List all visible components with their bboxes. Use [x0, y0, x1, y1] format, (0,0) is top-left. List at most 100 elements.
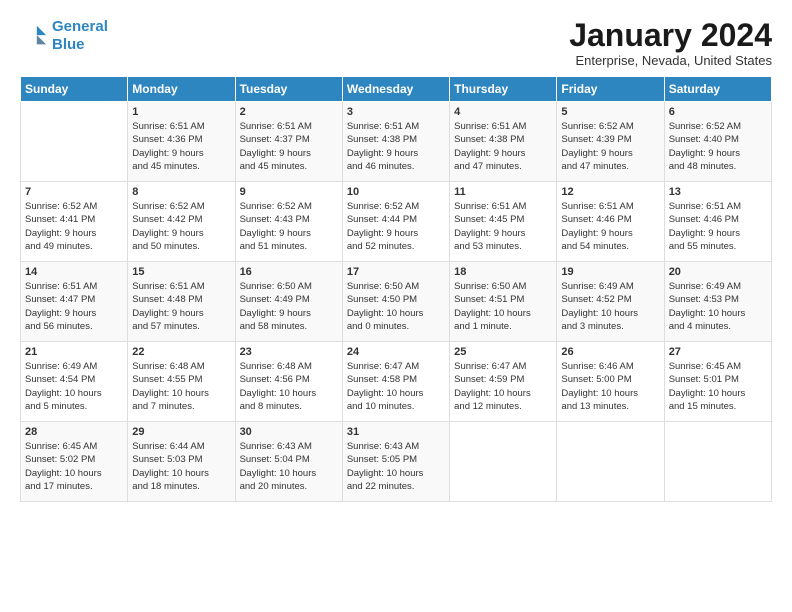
day-info: Sunrise: 6:52 AM Sunset: 4:42 PM Dayligh…	[132, 200, 230, 253]
week-row-5: 28Sunrise: 6:45 AM Sunset: 5:02 PM Dayli…	[21, 422, 772, 502]
logo-line1: General	[52, 18, 108, 35]
cell-w3-d5: 18Sunrise: 6:50 AM Sunset: 4:51 PM Dayli…	[450, 262, 557, 342]
cell-w4-d4: 24 Sunrise: 6:47 AM Sunset: 4:58 PM Dayli…	[342, 342, 449, 422]
cell-w2-d5: 11 Sunrise: 6:51 AM Sunset: 4:45 PM Dayli…	[450, 182, 557, 262]
day-info: Sunrise: 6:45 AM Sunset: 5:01 PM Dayligh…	[669, 360, 767, 413]
day-info: Sunrise: 6:48 AM Sunset: 4:56 PM Dayligh…	[240, 360, 338, 413]
day-info: Sunrise: 6:51 AM Sunset: 4:45 PM Dayligh…	[454, 200, 552, 253]
day-info: Sunrise: 6:44 AM Sunset: 5:03 PM Dayligh…	[132, 440, 230, 493]
day-info: Sunrise: 6:51 AM Sunset: 4:38 PM Dayligh…	[454, 120, 552, 173]
cell-w2-d3: 9Sunrise: 6:52 AM Sunset: 4:43 PM Daylig…	[235, 182, 342, 262]
day-info: Sunrise: 6:47 AM Sunset: 4:59 PM Dayligh…	[454, 360, 552, 413]
cell-w2-d2: 8Sunrise: 6:52 AM Sunset: 4:42 PM Daylig…	[128, 182, 235, 262]
title-section: January 2024 Enterprise, Nevada, United …	[569, 18, 772, 68]
cell-w5-d1: 28Sunrise: 6:45 AM Sunset: 5:02 PM Dayli…	[21, 422, 128, 502]
week-row-1: 1Sunrise: 6:51 AM Sunset: 4:36 PM Daylig…	[21, 102, 772, 182]
day-number: 7	[25, 186, 123, 198]
cell-w5-d3: 30 Sunrise: 6:43 AM Sunset: 5:04 PM Dayli…	[235, 422, 342, 502]
day-info: Sunrise: 6:43 AM Sunset: 5:04 PM Dayligh…	[240, 440, 338, 493]
cell-w3-d1: 14Sunrise: 6:51 AM Sunset: 4:47 PM Dayli…	[21, 262, 128, 342]
day-number: 16	[240, 266, 338, 278]
day-number: 6	[669, 106, 767, 118]
cell-w5-d6	[557, 422, 664, 502]
cell-w5-d2: 29Sunrise: 6:44 AM Sunset: 5:03 PM Dayli…	[128, 422, 235, 502]
col-wednesday: Wednesday	[342, 77, 449, 102]
cell-w1-d1	[21, 102, 128, 182]
day-info: Sunrise: 6:46 AM Sunset: 5:00 PM Dayligh…	[561, 360, 659, 413]
day-number: 31	[347, 426, 445, 438]
cell-w3-d6: 19Sunrise: 6:49 AM Sunset: 4:52 PM Dayli…	[557, 262, 664, 342]
cell-w4-d1: 21Sunrise: 6:49 AM Sunset: 4:54 PM Dayli…	[21, 342, 128, 422]
cell-w5-d4: 31 Sunrise: 6:43 AM Sunset: 5:05 PM Dayli…	[342, 422, 449, 502]
day-number: 11	[454, 186, 552, 198]
day-info: Sunrise: 6:43 AM Sunset: 5:05 PM Dayligh…	[347, 440, 445, 493]
day-number: 21	[25, 346, 123, 358]
day-number: 18	[454, 266, 552, 278]
cell-w5-d7	[664, 422, 771, 502]
day-info: Sunrise: 6:50 AM Sunset: 4:50 PM Dayligh…	[347, 280, 445, 333]
day-number: 24	[347, 346, 445, 358]
cell-w1-d5: 4 Sunrise: 6:51 AM Sunset: 4:38 PM Daylig…	[450, 102, 557, 182]
cell-w3-d4: 17 Sunrise: 6:50 AM Sunset: 4:50 PM Dayli…	[342, 262, 449, 342]
cell-w1-d3: 2 Sunrise: 6:51 AM Sunset: 4:37 PM Daylig…	[235, 102, 342, 182]
week-row-2: 7 Sunrise: 6:52 AM Sunset: 4:41 PM Daylig…	[21, 182, 772, 262]
cell-w3-d2: 15 Sunrise: 6:51 AM Sunset: 4:48 PM Dayli…	[128, 262, 235, 342]
week-row-4: 21Sunrise: 6:49 AM Sunset: 4:54 PM Dayli…	[21, 342, 772, 422]
day-info: Sunrise: 6:48 AM Sunset: 4:55 PM Dayligh…	[132, 360, 230, 413]
day-info: Sunrise: 6:51 AM Sunset: 4:48 PM Dayligh…	[132, 280, 230, 333]
cell-w1-d2: 1Sunrise: 6:51 AM Sunset: 4:36 PM Daylig…	[128, 102, 235, 182]
month-title: January 2024	[569, 18, 772, 53]
col-thursday: Thursday	[450, 77, 557, 102]
location-subtitle: Enterprise, Nevada, United States	[569, 53, 772, 68]
day-info: Sunrise: 6:49 AM Sunset: 4:53 PM Dayligh…	[669, 280, 767, 333]
cell-w4-d3: 23 Sunrise: 6:48 AM Sunset: 4:56 PM Dayli…	[235, 342, 342, 422]
col-monday: Monday	[128, 77, 235, 102]
day-info: Sunrise: 6:51 AM Sunset: 4:38 PM Dayligh…	[347, 120, 445, 173]
cell-w2-d4: 10Sunrise: 6:52 AM Sunset: 4:44 PM Dayli…	[342, 182, 449, 262]
cell-w1-d4: 3 Sunrise: 6:51 AM Sunset: 4:38 PM Daylig…	[342, 102, 449, 182]
day-info: Sunrise: 6:52 AM Sunset: 4:44 PM Dayligh…	[347, 200, 445, 253]
day-info: Sunrise: 6:45 AM Sunset: 5:02 PM Dayligh…	[25, 440, 123, 493]
cell-w3-d3: 16Sunrise: 6:50 AM Sunset: 4:49 PM Dayli…	[235, 262, 342, 342]
day-number: 4	[454, 106, 552, 118]
logo-text: General Blue	[52, 18, 108, 54]
day-number: 22	[132, 346, 230, 358]
day-info: Sunrise: 6:52 AM Sunset: 4:40 PM Dayligh…	[669, 120, 767, 173]
day-number: 9	[240, 186, 338, 198]
day-number: 15	[132, 266, 230, 278]
day-info: Sunrise: 6:51 AM Sunset: 4:47 PM Dayligh…	[25, 280, 123, 333]
day-number: 2	[240, 106, 338, 118]
day-number: 26	[561, 346, 659, 358]
calendar-table: Sunday Monday Tuesday Wednesday Thursday…	[20, 76, 772, 502]
day-info: Sunrise: 6:52 AM Sunset: 4:41 PM Dayligh…	[25, 200, 123, 253]
day-info: Sunrise: 6:51 AM Sunset: 4:37 PM Dayligh…	[240, 120, 338, 173]
day-number: 5	[561, 106, 659, 118]
day-number: 17	[347, 266, 445, 278]
col-tuesday: Tuesday	[235, 77, 342, 102]
week-row-3: 14Sunrise: 6:51 AM Sunset: 4:47 PM Dayli…	[21, 262, 772, 342]
day-number: 27	[669, 346, 767, 358]
day-number: 30	[240, 426, 338, 438]
logo-line2: Blue	[52, 36, 85, 53]
day-number: 12	[561, 186, 659, 198]
day-info: Sunrise: 6:51 AM Sunset: 4:46 PM Dayligh…	[669, 200, 767, 253]
cell-w5-d5	[450, 422, 557, 502]
day-info: Sunrise: 6:47 AM Sunset: 4:58 PM Dayligh…	[347, 360, 445, 413]
cell-w1-d7: 6 Sunrise: 6:52 AM Sunset: 4:40 PM Daylig…	[664, 102, 771, 182]
cell-w1-d6: 5 Sunrise: 6:52 AM Sunset: 4:39 PM Daylig…	[557, 102, 664, 182]
day-number: 23	[240, 346, 338, 358]
day-info: Sunrise: 6:51 AM Sunset: 4:46 PM Dayligh…	[561, 200, 659, 253]
day-number: 3	[347, 106, 445, 118]
cell-w4-d7: 27 Sunrise: 6:45 AM Sunset: 5:01 PM Dayli…	[664, 342, 771, 422]
cell-w4-d5: 25 Sunrise: 6:47 AM Sunset: 4:59 PM Dayli…	[450, 342, 557, 422]
cell-w3-d7: 20Sunrise: 6:49 AM Sunset: 4:53 PM Dayli…	[664, 262, 771, 342]
cell-w2-d6: 12 Sunrise: 6:51 AM Sunset: 4:46 PM Dayli…	[557, 182, 664, 262]
logo-icon	[20, 22, 48, 50]
day-number: 25	[454, 346, 552, 358]
day-info: Sunrise: 6:49 AM Sunset: 4:52 PM Dayligh…	[561, 280, 659, 333]
cell-w2-d1: 7 Sunrise: 6:52 AM Sunset: 4:41 PM Daylig…	[21, 182, 128, 262]
logo: General Blue	[20, 18, 108, 54]
col-sunday: Sunday	[21, 77, 128, 102]
day-info: Sunrise: 6:52 AM Sunset: 4:39 PM Dayligh…	[561, 120, 659, 173]
cell-w4-d6: 26 Sunrise: 6:46 AM Sunset: 5:00 PM Dayli…	[557, 342, 664, 422]
